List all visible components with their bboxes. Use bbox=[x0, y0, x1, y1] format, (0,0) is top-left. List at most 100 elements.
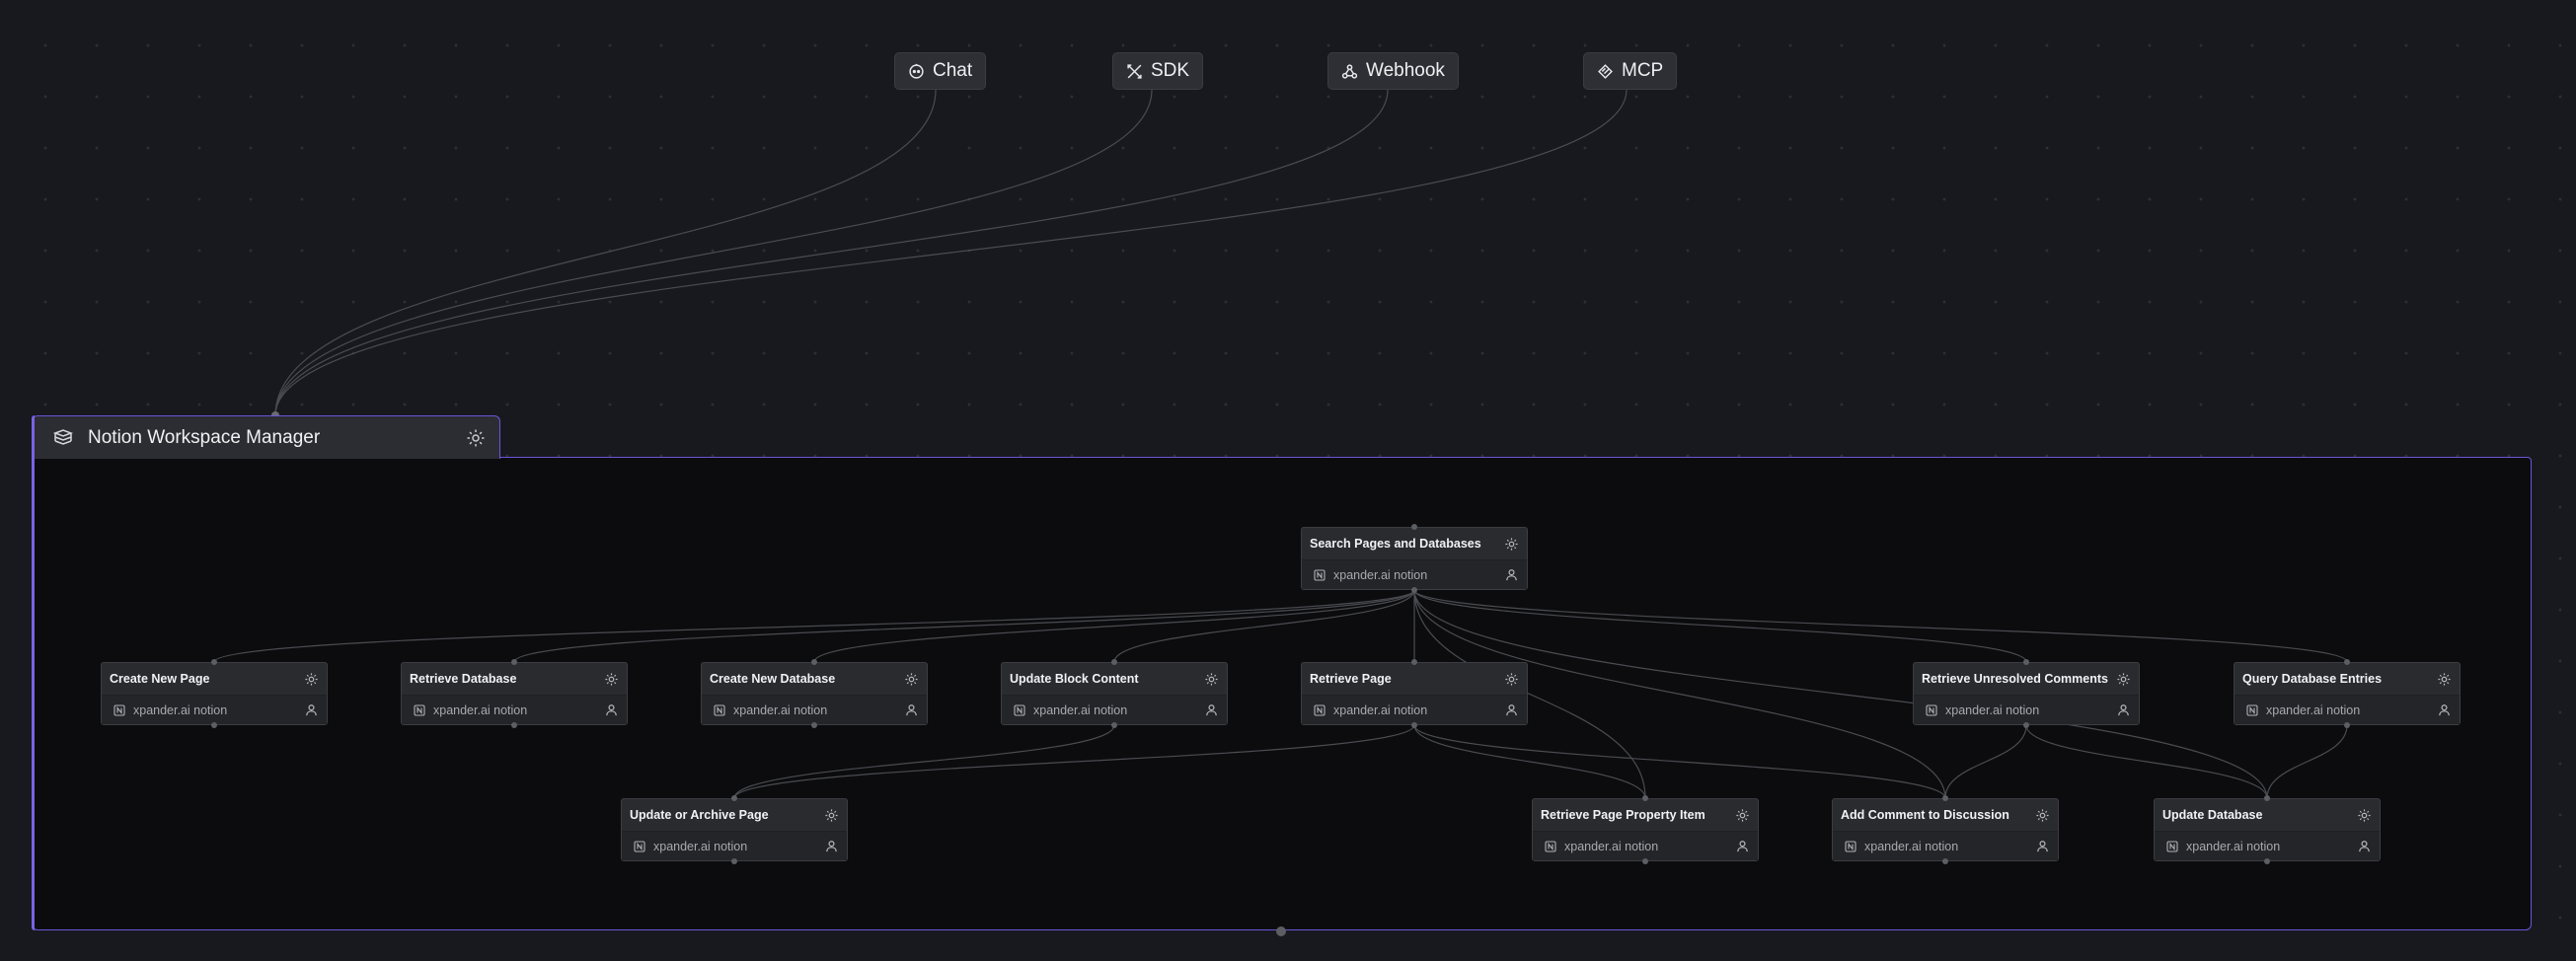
node-settings-gear-icon[interactable] bbox=[1504, 537, 1519, 552]
node-settings-gear-icon[interactable] bbox=[2437, 672, 2452, 687]
node-integration: xpander.ai notion bbox=[2186, 839, 2281, 853]
node-settings-gear-icon[interactable] bbox=[2035, 808, 2050, 823]
node-footer: xpander.ai notion bbox=[1302, 696, 1527, 724]
node-settings-gear-icon[interactable] bbox=[1204, 672, 1219, 687]
node-input-handle[interactable] bbox=[1411, 659, 1417, 665]
tool-node[interactable]: Search Pages and Databases xpander.ai not… bbox=[1301, 527, 1528, 590]
node-footer: xpander.ai notion bbox=[1914, 696, 2139, 724]
node-input-handle[interactable] bbox=[1942, 795, 1948, 801]
node-header: Update Database bbox=[2155, 799, 2380, 832]
node-output-handle[interactable] bbox=[2344, 722, 2350, 728]
node-settings-gear-icon[interactable] bbox=[1504, 672, 1519, 687]
node-output-handle[interactable] bbox=[511, 722, 517, 728]
trigger-label: Chat bbox=[933, 60, 973, 81]
notion-app-icon bbox=[2246, 703, 2258, 716]
sdk-tools-icon bbox=[1127, 63, 1142, 79]
node-output-handle[interactable] bbox=[1642, 858, 1648, 864]
node-input-handle[interactable] bbox=[731, 795, 737, 801]
user-auth-icon bbox=[2037, 841, 2048, 852]
trigger-sdk[interactable]: SDK bbox=[1112, 52, 1204, 90]
trigger-mcp[interactable]: MCP bbox=[1583, 52, 1678, 90]
node-title: Create New Database bbox=[710, 672, 836, 686]
node-input-handle[interactable] bbox=[511, 659, 517, 665]
node-output-handle[interactable] bbox=[811, 722, 817, 728]
notion-app-icon bbox=[114, 703, 125, 716]
node-header: Create New Database bbox=[702, 663, 927, 696]
tool-node[interactable]: Update Block Content xpander.ai notion bbox=[1001, 662, 1228, 725]
node-title: Retrieve Page Property Item bbox=[1541, 808, 1705, 822]
node-integration: xpander.ai notion bbox=[1333, 702, 1428, 717]
node-integration: xpander.ai notion bbox=[1333, 567, 1428, 582]
user-auth-icon bbox=[606, 704, 617, 716]
tool-node[interactable]: Create New Database xpander.ai notion bbox=[701, 662, 928, 725]
node-footer: xpander.ai notion bbox=[2155, 832, 2380, 860]
tool-node[interactable]: Retrieve Database xpander.ai notion bbox=[401, 662, 628, 725]
agent-bottom-handle[interactable] bbox=[1276, 926, 1286, 936]
notion-app-icon bbox=[1926, 703, 1937, 716]
node-output-handle[interactable] bbox=[731, 858, 737, 864]
agent-settings-gear-icon[interactable] bbox=[466, 428, 486, 448]
trigger-chat[interactable]: Chat bbox=[894, 52, 987, 90]
node-settings-gear-icon[interactable] bbox=[824, 808, 839, 823]
user-auth-icon bbox=[826, 841, 837, 852]
mcp-icon bbox=[1598, 63, 1613, 79]
node-settings-gear-icon[interactable] bbox=[304, 672, 319, 687]
agent-title: Notion Workspace Manager bbox=[88, 426, 321, 448]
node-title: Retrieve Unresolved Comments bbox=[1922, 672, 2108, 686]
tool-node[interactable]: Create New Page xpander.ai notion bbox=[101, 662, 328, 725]
tool-node[interactable]: Retrieve Page Property Item xpander.ai no… bbox=[1532, 798, 1759, 861]
notion-app-icon bbox=[1014, 703, 1025, 716]
node-integration: xpander.ai notion bbox=[1564, 839, 1659, 853]
tool-node[interactable]: Update or Archive Page xpander.ai notion bbox=[621, 798, 848, 861]
node-integration: xpander.ai notion bbox=[2266, 702, 2361, 717]
tool-node[interactable]: Update Database xpander.ai notion bbox=[2154, 798, 2381, 861]
node-settings-gear-icon[interactable] bbox=[2116, 672, 2131, 687]
node-input-handle[interactable] bbox=[211, 659, 217, 665]
notion-app-icon bbox=[1845, 840, 1856, 852]
node-settings-gear-icon[interactable] bbox=[1735, 808, 1750, 823]
user-auth-icon bbox=[2359, 841, 2370, 852]
node-output-handle[interactable] bbox=[1411, 587, 1417, 593]
node-integration: xpander.ai notion bbox=[1945, 702, 2040, 717]
notion-app-icon bbox=[1545, 840, 1556, 852]
node-output-handle[interactable] bbox=[2023, 722, 2029, 728]
user-auth-icon bbox=[906, 704, 917, 716]
node-input-handle[interactable] bbox=[2023, 659, 2029, 665]
node-input-handle[interactable] bbox=[2264, 795, 2270, 801]
node-header: Retrieve Page bbox=[1302, 663, 1527, 696]
node-input-handle[interactable] bbox=[1642, 795, 1648, 801]
node-integration: xpander.ai notion bbox=[433, 702, 528, 717]
user-auth-icon bbox=[306, 704, 317, 716]
node-output-handle[interactable] bbox=[1411, 722, 1417, 728]
node-input-handle[interactable] bbox=[1111, 659, 1117, 665]
node-output-handle[interactable] bbox=[2264, 858, 2270, 864]
tool-node[interactable]: Retrieve Unresolved Comments xpander.ai n… bbox=[1913, 662, 2140, 725]
node-output-handle[interactable] bbox=[211, 722, 217, 728]
user-auth-icon bbox=[1737, 841, 1748, 852]
node-output-handle[interactable] bbox=[1942, 858, 1948, 864]
trigger-label: MCP bbox=[1622, 60, 1664, 81]
node-input-handle[interactable] bbox=[811, 659, 817, 665]
node-output-handle[interactable] bbox=[1111, 722, 1117, 728]
trigger-label: SDK bbox=[1151, 60, 1190, 81]
trigger-webhook[interactable]: Webhook bbox=[1327, 52, 1459, 90]
tool-node[interactable]: Query Database Entries xpander.ai notion bbox=[2234, 662, 2461, 725]
node-integration: xpander.ai notion bbox=[733, 702, 828, 717]
node-footer: xpander.ai notion bbox=[702, 696, 927, 724]
agent-header[interactable]: Notion Workspace Manager bbox=[32, 415, 500, 459]
node-title: Create New Page bbox=[110, 672, 210, 686]
node-settings-gear-icon[interactable] bbox=[2357, 808, 2372, 823]
node-title: Update Database bbox=[2162, 808, 2263, 822]
node-header: Add Comment to Discussion bbox=[1833, 799, 2058, 832]
node-settings-gear-icon[interactable] bbox=[904, 672, 919, 687]
node-input-handle[interactable] bbox=[2344, 659, 2350, 665]
notion-app-icon bbox=[1314, 703, 1326, 716]
tool-node[interactable]: Add Comment to Discussion xpander.ai noti… bbox=[1832, 798, 2059, 861]
node-footer: xpander.ai notion bbox=[2235, 696, 2460, 724]
node-header: Retrieve Database bbox=[402, 663, 627, 696]
trigger-edge bbox=[274, 89, 1153, 416]
node-settings-gear-icon[interactable] bbox=[604, 672, 619, 687]
node-input-handle[interactable] bbox=[1411, 524, 1417, 530]
tool-node[interactable]: Retrieve Page xpander.ai notion bbox=[1301, 662, 1528, 725]
agent-frame-edge bbox=[32, 415, 35, 930]
